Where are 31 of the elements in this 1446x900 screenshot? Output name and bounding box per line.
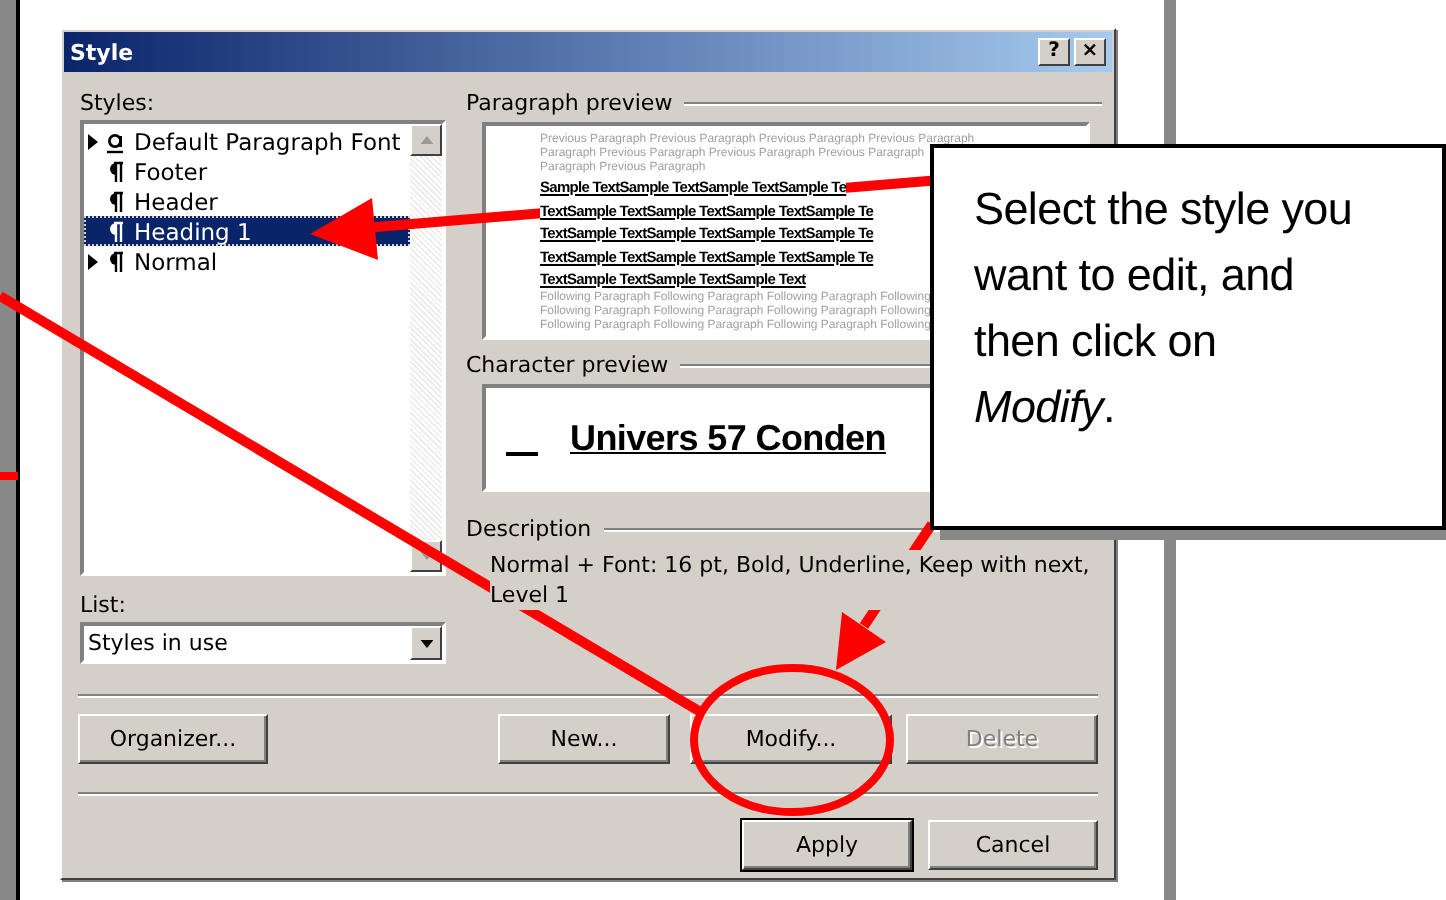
style-list-item[interactable]: Footer <box>84 156 410 186</box>
dialog-button[interactable]: New... <box>498 714 670 764</box>
dialog-button[interactable]: Modify... <box>690 714 892 764</box>
character-style-icon <box>106 129 124 153</box>
dialog-button[interactable]: Apply <box>742 820 912 870</box>
paragraph-mark-icon <box>106 249 124 273</box>
title-bar-button[interactable]: ? <box>1038 38 1070 66</box>
description-label: Description <box>466 516 592 542</box>
character-preview-label: Character preview <box>466 352 669 378</box>
dialog-button[interactable]: Cancel <box>928 820 1098 870</box>
list-label: List: <box>80 592 128 618</box>
style-list-item[interactable]: Normal <box>84 246 410 276</box>
expand-triangle-icon[interactable] <box>88 133 98 149</box>
dropdown-arrow-icon[interactable] <box>419 639 433 647</box>
scrollbar[interactable] <box>410 124 442 572</box>
character-preview-text: Univers 57 Conden <box>570 417 886 459</box>
title-bar-button[interactable]: × <box>1074 38 1106 66</box>
list-dropdown[interactable]: Styles in use <box>80 622 446 664</box>
callout-text: Select the style you want to edit, and then click on Modify. <box>974 182 1354 436</box>
paragraph-mark-icon <box>106 159 124 183</box>
window-title: Style <box>70 39 134 65</box>
paragraph-mark-icon <box>106 219 124 243</box>
scroll-down-icon[interactable] <box>419 552 433 560</box>
paragraph-mark-icon <box>106 189 124 213</box>
paragraph-preview-label: Paragraph preview <box>466 90 673 116</box>
styles-label: Styles: <box>80 90 157 116</box>
dialog-button[interactable]: Organizer... <box>78 714 268 764</box>
description-text: Normal + Font: 16 pt, Bold, Underline, Keep with next, Level 1 <box>490 550 1090 610</box>
style-list-item[interactable]: Header <box>84 186 410 216</box>
expand-triangle-icon[interactable] <box>88 253 98 269</box>
style-list-item[interactable]: Default Paragraph Font <box>84 126 410 156</box>
